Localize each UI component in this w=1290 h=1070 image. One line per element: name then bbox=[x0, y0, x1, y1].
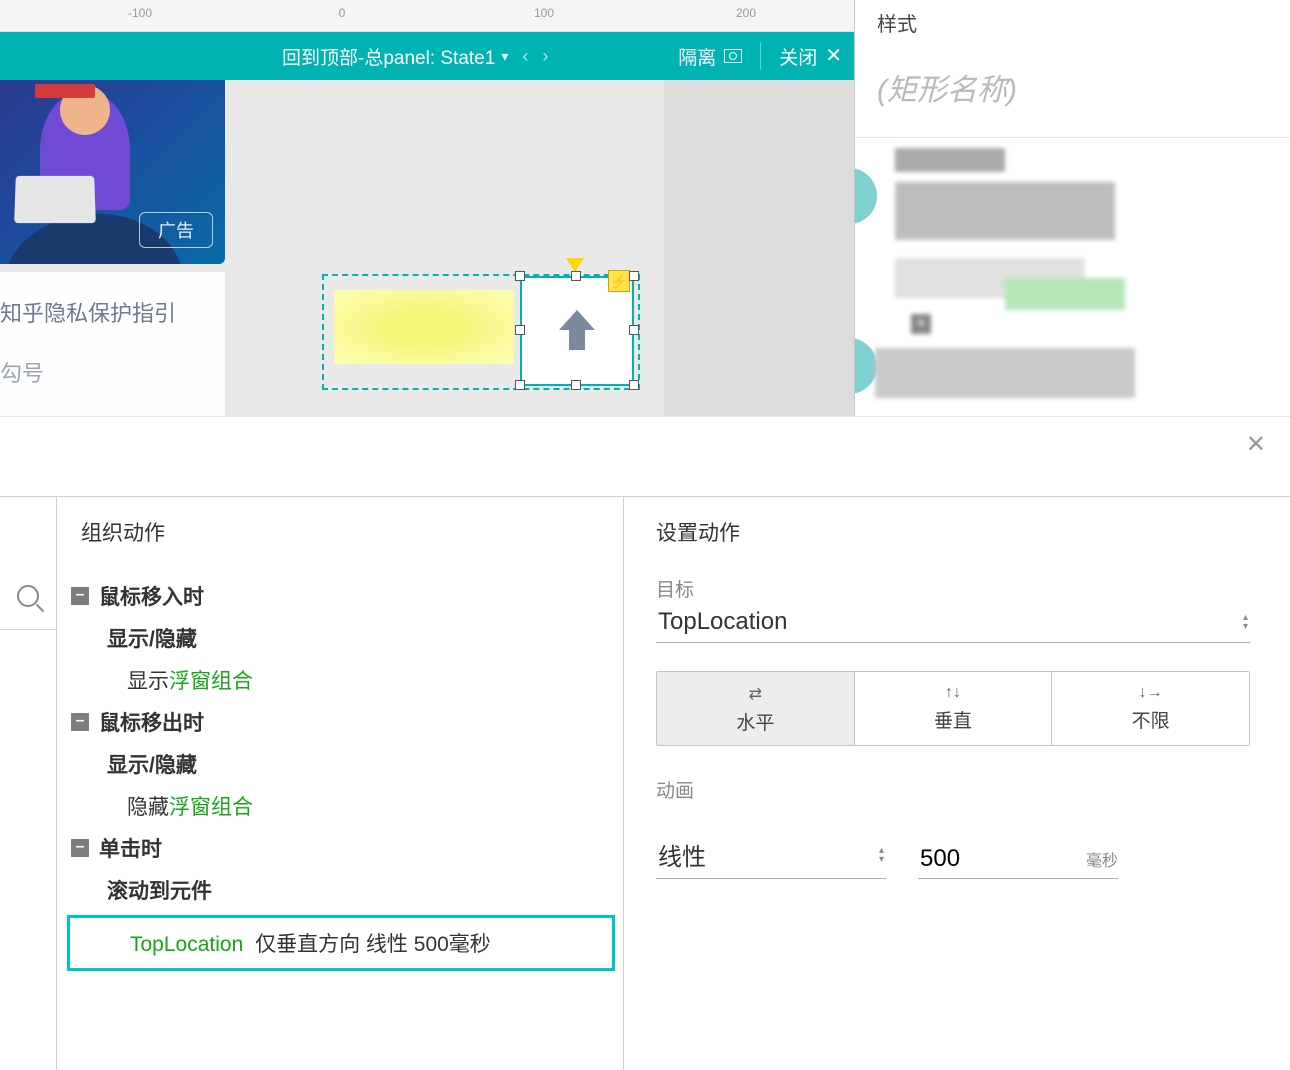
editor-gutter bbox=[0, 497, 56, 1070]
direction-vertical[interactable]: ↑↓ 垂直 bbox=[854, 672, 1052, 745]
style-panel-header: 样式 bbox=[855, 0, 1290, 45]
selection-group[interactable]: ⚡ bbox=[322, 274, 640, 390]
close-editor-button[interactable]: ✕ bbox=[1246, 430, 1266, 459]
text-block: 知乎隐私保护指引 勾号 bbox=[0, 272, 225, 416]
chevron-down-icon: ▾ bbox=[501, 48, 508, 65]
isolate-icon bbox=[724, 49, 742, 63]
vertical-icon: ↑↓ bbox=[855, 684, 1052, 702]
event-mouse-leave[interactable]: – 鼠标移出时 bbox=[57, 701, 623, 743]
close-icon: ✕ bbox=[825, 46, 842, 66]
organize-actions-title: 组织动作 bbox=[81, 517, 623, 547]
tooltip-shape[interactable] bbox=[334, 290, 514, 364]
direction-free[interactable]: ↓→ 不限 bbox=[1051, 672, 1249, 745]
horizontal-ruler: -100 0 100 200 bbox=[0, 0, 854, 32]
search-icon[interactable] bbox=[17, 585, 39, 607]
action-show-hide[interactable]: 显示/隐藏 bbox=[57, 743, 623, 785]
horizontal-icon: ⇄ bbox=[657, 684, 854, 704]
arrow-up-icon bbox=[555, 306, 599, 356]
close-panel-button[interactable]: 关闭 ✕ bbox=[779, 43, 842, 70]
interaction-badge-icon[interactable]: ⚡ bbox=[608, 270, 630, 292]
direction-horizontal[interactable]: ⇄ 水平 bbox=[657, 672, 854, 745]
free-icon: ↓→ bbox=[1052, 684, 1249, 702]
widget-name-input[interactable]: (矩形名称) bbox=[855, 45, 1290, 138]
interaction-editor: 组织动作 – 鼠标移入时 显示/隐藏 显示 浮窗组合 – 鼠标移出时 显示/隐藏… bbox=[0, 496, 1290, 1070]
direction-toggle: ⇄ 水平 ↑↓ 垂直 ↓→ 不限 bbox=[656, 671, 1250, 746]
illustration-card: 广告 bbox=[0, 80, 225, 264]
configure-action-title: 设置动作 bbox=[656, 517, 1250, 547]
blurred-content: + bbox=[855, 138, 1290, 418]
collapse-icon[interactable]: – bbox=[71, 587, 89, 605]
action-show-hide[interactable]: 显示/隐藏 bbox=[57, 617, 623, 659]
easing-select[interactable]: 线性 ▴▾ bbox=[656, 833, 886, 879]
event-click[interactable]: – 单击时 bbox=[57, 827, 623, 869]
collapse-icon[interactable]: – bbox=[71, 839, 89, 857]
action-detail[interactable]: 显示 浮窗组合 bbox=[57, 659, 623, 701]
isolate-button[interactable]: 隔离 bbox=[678, 43, 742, 70]
ad-badge: 广告 bbox=[139, 212, 213, 248]
target-label: 目标 bbox=[656, 575, 1250, 602]
configure-action-panel: 设置动作 目标 TopLocation ▴▾ ⇄ 水平 ↑↓ 垂直 ↓→ 不限 … bbox=[624, 497, 1290, 1070]
panel-state-bar: 回到顶部-总panel: State1 ▾ ‹ › 隔离 关闭 ✕ bbox=[0, 32, 854, 80]
event-mouse-enter[interactable]: – 鼠标移入时 bbox=[57, 575, 623, 617]
rotation-handle-icon[interactable] bbox=[566, 258, 584, 272]
duration-input[interactable]: 毫秒 bbox=[918, 844, 1118, 879]
target-select[interactable]: TopLocation ▴▾ bbox=[656, 604, 1250, 643]
panel-state-title[interactable]: 回到顶部-总panel: State1 ▾ ‹ › bbox=[282, 43, 548, 70]
back-to-top-widget[interactable] bbox=[520, 276, 634, 386]
style-panel: 样式 (矩形名称) + bbox=[854, 0, 1290, 420]
organize-actions-panel: 组织动作 – 鼠标移入时 显示/隐藏 显示 浮窗组合 – 鼠标移出时 显示/隐藏… bbox=[56, 497, 624, 1070]
events-tree[interactable]: – 鼠标移入时 显示/隐藏 显示 浮窗组合 – 鼠标移出时 显示/隐藏 隐藏 浮… bbox=[57, 575, 623, 971]
animation-label: 动画 bbox=[656, 776, 1250, 803]
collapse-icon[interactable]: – bbox=[71, 713, 89, 731]
action-scroll-to[interactable]: 滚动到元件 bbox=[57, 869, 623, 911]
stepper-icon[interactable]: ▴▾ bbox=[1243, 613, 1248, 631]
stepper-icon[interactable]: ▴▾ bbox=[879, 846, 884, 864]
selected-action-row[interactable]: TopLocation 仅垂直方向 线性 500毫秒 bbox=[67, 915, 615, 971]
prev-state-icon[interactable]: ‹ bbox=[522, 46, 528, 67]
design-canvas[interactable]: 广告 知乎隐私保护指引 勾号 ⚡ bbox=[0, 80, 854, 416]
action-detail[interactable]: 隐藏 浮窗组合 bbox=[57, 785, 623, 827]
next-state-icon[interactable]: › bbox=[542, 46, 548, 67]
